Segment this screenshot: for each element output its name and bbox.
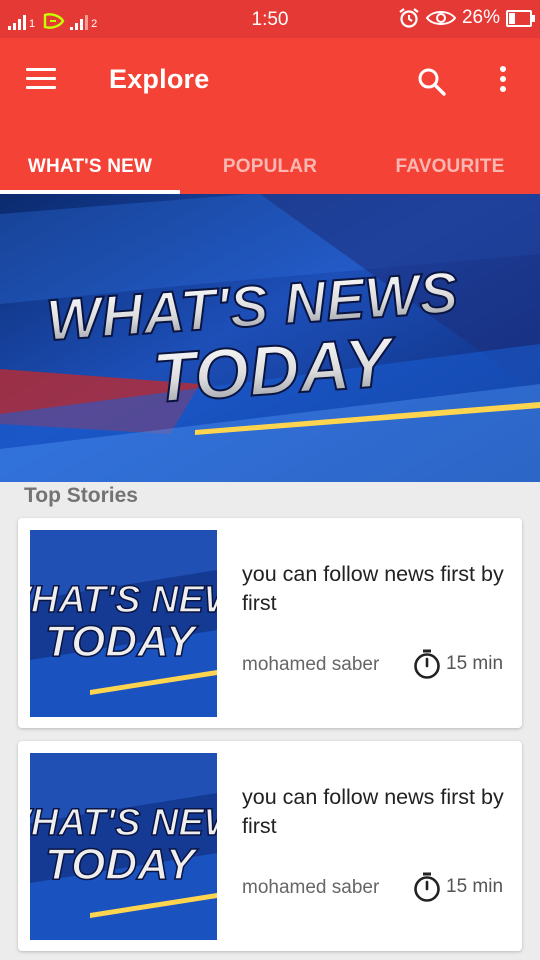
read-time-label: 15 min: [446, 653, 504, 674]
story-read-time: 15 min: [412, 648, 503, 680]
thumbnail-line2: TODAY: [45, 617, 199, 666]
thumbnail-line1: WHAT'S NEWS: [30, 579, 217, 621]
read-time-label: 15 min: [446, 876, 504, 897]
battery-icon: [506, 9, 535, 27]
thumbnail-line2: TODAY: [45, 840, 199, 889]
story-thumbnail: WHAT'S NEWS TODAY: [30, 753, 217, 940]
story-author: mohamed saber: [242, 877, 380, 898]
status-bar: 1 2 1:50 26%: [0, 0, 540, 38]
more-vert-icon[interactable]: [492, 66, 514, 96]
story-card[interactable]: WHAT'S NEWS TODAY you can follow news fi…: [18, 518, 522, 728]
alarm-icon: [399, 8, 419, 28]
tab-whats-new[interactable]: WHAT'S NEW: [0, 156, 180, 194]
story-read-time: 15 min: [412, 871, 503, 903]
status-right-group: 26%: [398, 7, 535, 29]
story-thumbnail: WHAT'S NEWS TODAY: [30, 530, 217, 717]
page-title: Explore: [109, 64, 210, 94]
story-card[interactable]: WHAT'S NEWS TODAY you can follow news fi…: [18, 741, 522, 951]
story-headline: you can follow news first by first: [242, 785, 504, 838]
eye-icon: [425, 11, 456, 25]
menu-icon[interactable]: [26, 68, 56, 92]
search-icon[interactable]: [416, 66, 448, 98]
hero-banner-image: WHAT'S NEWS TODAY: [0, 194, 540, 482]
tab-popular[interactable]: POPULAR: [180, 156, 360, 194]
stopwatch-icon: [414, 649, 440, 679]
battery-percent: 26%: [461, 7, 500, 28]
app-bar: Explore WHAT'S NEW POPULAR FAVOURITE: [0, 38, 540, 194]
story-headline: you can follow news first by first: [242, 562, 504, 615]
thumbnail-line1: WHAT'S NEWS: [30, 802, 217, 844]
story-author: mohamed saber: [242, 654, 380, 675]
hero-banner[interactable]: WHAT'S NEWS TODAY: [0, 194, 540, 482]
tab-favourite[interactable]: FAVOURITE: [360, 156, 540, 194]
tab-bar: WHAT'S NEW POPULAR FAVOURITE: [0, 156, 540, 194]
battery-level-fill: [509, 12, 515, 24]
stopwatch-icon: [414, 872, 440, 902]
section-title: Top Stories: [24, 484, 138, 507]
